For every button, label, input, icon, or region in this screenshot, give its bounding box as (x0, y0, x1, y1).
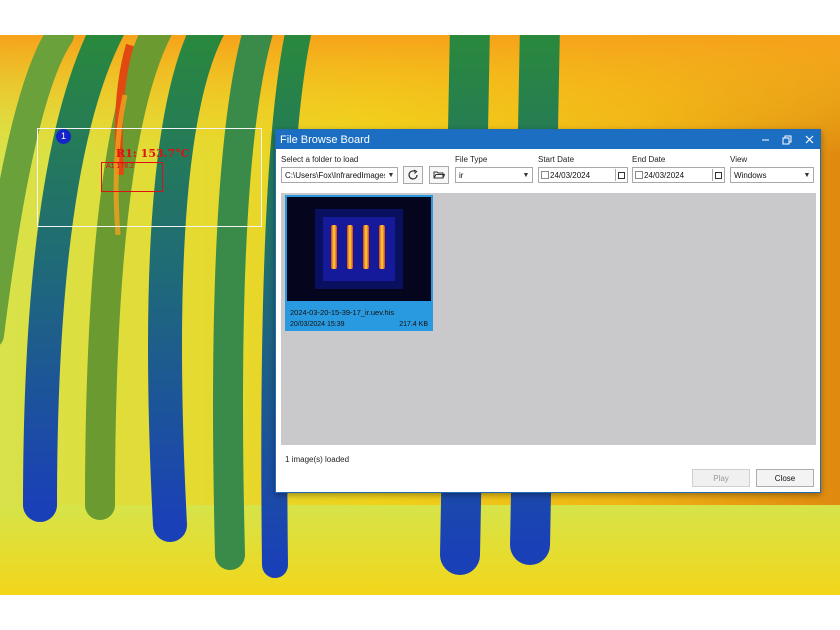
refresh-icon (408, 169, 418, 180)
refresh-button[interactable] (403, 166, 423, 184)
thumbnail-filename: 2024-03-20-15-39-17_ir.uev.his (290, 308, 395, 317)
checkbox-icon[interactable] (541, 171, 549, 179)
end-date-label: End Date (632, 155, 666, 164)
minimize-icon[interactable] (754, 130, 776, 149)
folder-open-icon (433, 171, 445, 179)
thermal-thumbnail (287, 197, 431, 301)
restore-icon[interactable] (776, 130, 798, 149)
chevron-down-icon[interactable]: ▼ (801, 172, 813, 179)
view-label: View (730, 155, 748, 164)
file-type-value: ir (459, 170, 464, 180)
folder-label: Select a folder to load (281, 155, 359, 164)
calendar-icon[interactable] (712, 169, 723, 181)
folder-value: C:\Users\Fox\InfraredImages (285, 170, 385, 180)
checkbox-icon[interactable] (635, 171, 643, 179)
open-folder-button[interactable] (429, 166, 449, 184)
folder-combo[interactable]: C:\Users\Fox\InfraredImages ▼ (281, 167, 398, 183)
image-thumbnail-card[interactable]: 2024-03-20-15-39-17_ir.uev.his 20/03/202… (285, 195, 433, 331)
dialog-titlebar: File Browse Board (276, 130, 820, 149)
roi-temperature-label: R1: 153.7°C (116, 147, 190, 160)
close-icon[interactable] (798, 130, 820, 149)
thumbnail-datetime: 20/03/2024 15:39 (290, 321, 345, 328)
thumbnail-size: 217.4 KB (399, 321, 428, 328)
roi-sub-label: A1 178.2 (106, 163, 135, 170)
status-text: 1 image(s) loaded (285, 455, 350, 464)
start-date-picker[interactable]: 24/03/2024 (538, 167, 628, 183)
chevron-down-icon[interactable]: ▼ (520, 172, 532, 179)
view-combo[interactable]: Windows ▼ (730, 167, 814, 183)
play-button[interactable]: Play (692, 469, 750, 487)
image-browse-area[interactable]: 2024-03-20-15-39-17_ir.uev.his 20/03/202… (281, 193, 816, 445)
file-browse-dialog: File Browse Board Select a folder to loa… (275, 129, 821, 493)
file-type-combo[interactable]: ir ▼ (455, 167, 533, 183)
file-type-label: File Type (455, 155, 488, 164)
end-date-value: 24/03/2024 (644, 170, 685, 180)
calendar-icon[interactable] (615, 169, 626, 181)
start-date-label: Start Date (538, 155, 575, 164)
dialog-title: File Browse Board (280, 133, 370, 146)
view-value: Windows (734, 170, 767, 180)
roi-number-badge: 1 (56, 129, 71, 144)
end-date-picker[interactable]: 24/03/2024 (632, 167, 725, 183)
chevron-down-icon[interactable]: ▼ (385, 172, 397, 179)
start-date-value: 24/03/2024 (550, 170, 591, 180)
close-button[interactable]: Close (756, 469, 814, 487)
